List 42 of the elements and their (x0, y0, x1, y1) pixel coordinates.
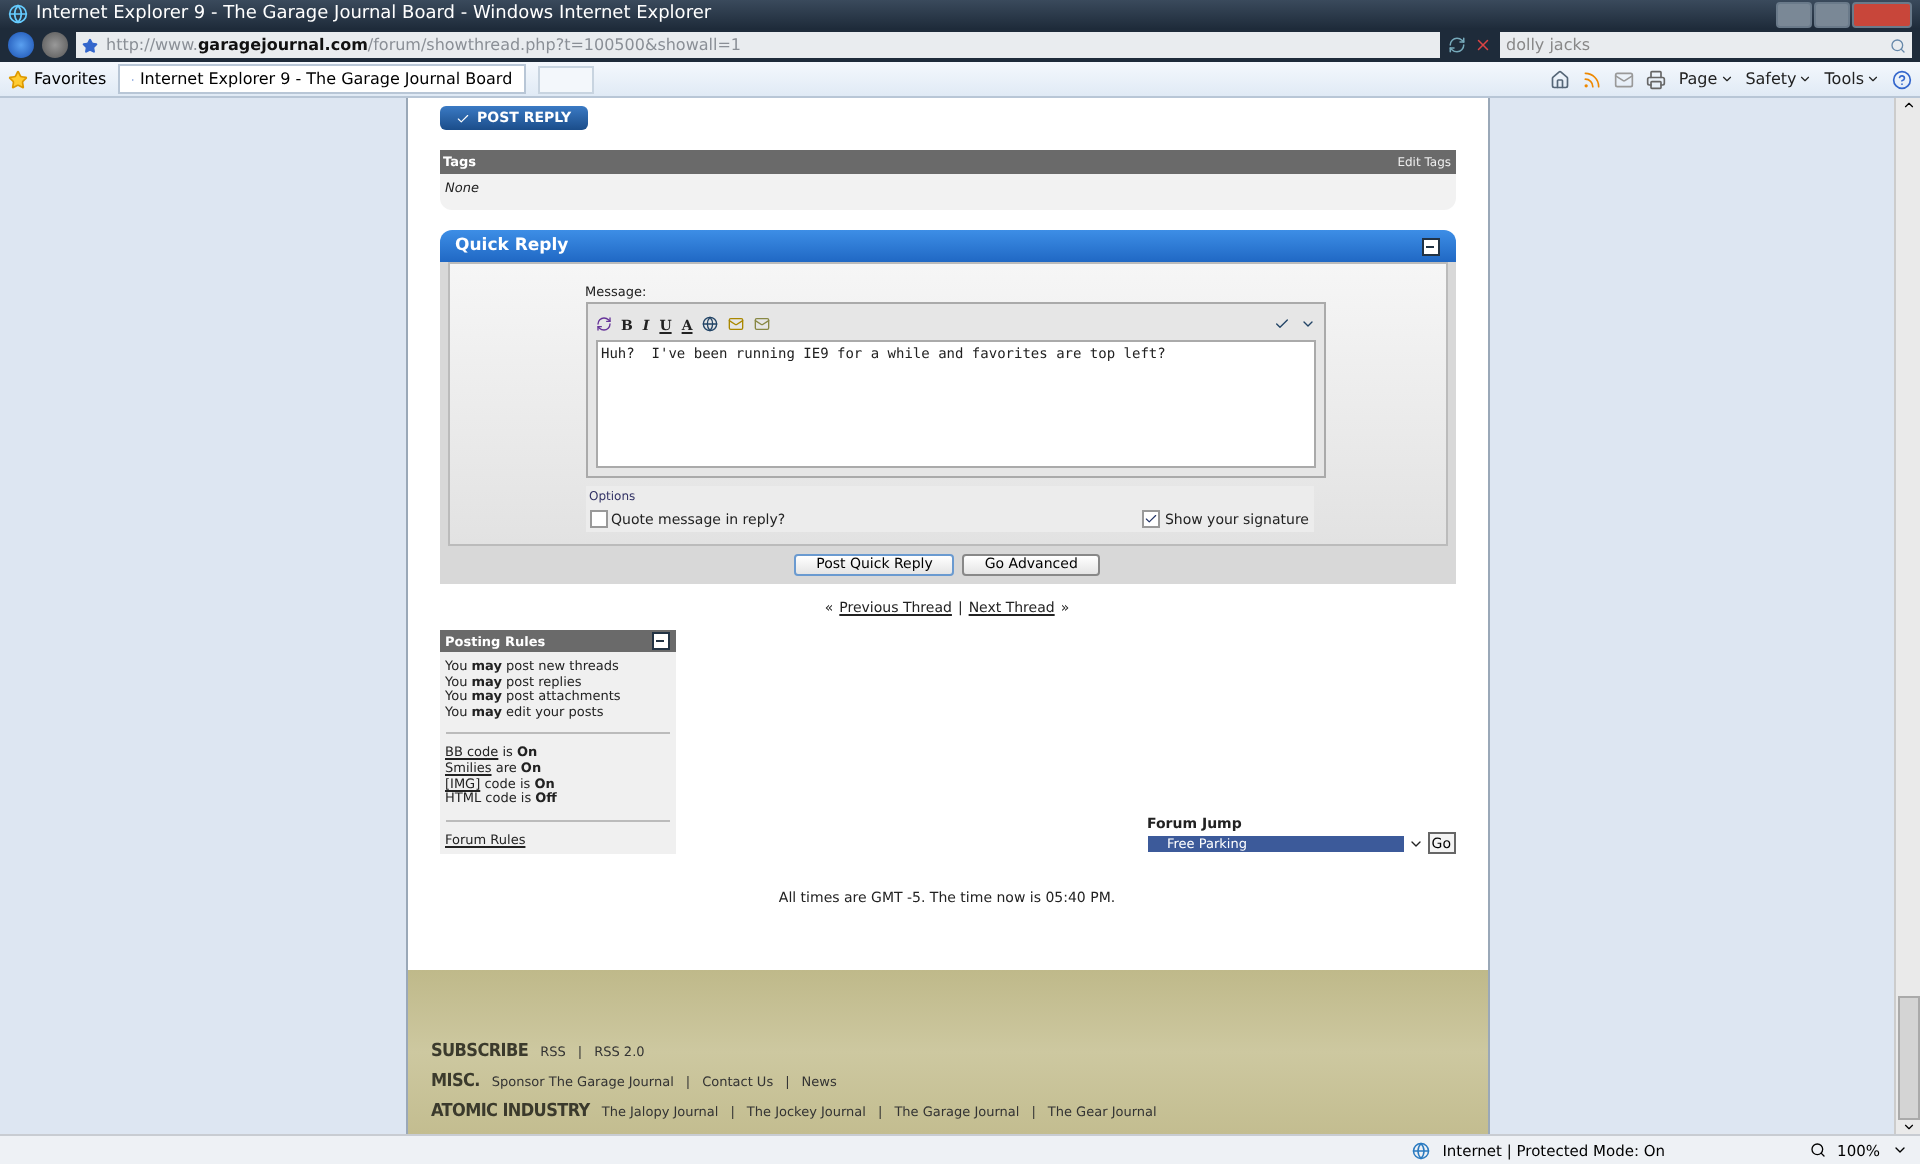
home-icon[interactable] (1550, 69, 1571, 89)
scroll-down-icon[interactable] (1901, 1120, 1915, 1134)
quick-reply-title: Quick Reply (455, 236, 569, 256)
check-icon (1144, 512, 1159, 526)
scroll-up-icon[interactable] (1901, 98, 1915, 112)
browser-logo-icon (8, 4, 28, 24)
collapse-icon[interactable] (651, 632, 669, 650)
help-icon[interactable] (1892, 69, 1912, 89)
stop-icon[interactable] (1474, 36, 1492, 54)
browser-tab[interactable]: Internet Explorer 9 - The Garage Journal Board (118, 64, 527, 94)
command-menu[interactable]: Page (1678, 70, 1734, 88)
dropdown-icon[interactable] (1892, 1142, 1908, 1158)
back-button[interactable] (8, 32, 34, 58)
command-menu[interactable]: Tools (1824, 70, 1880, 88)
footer-heading: ATOMIC INDUSTRY (431, 1102, 590, 1122)
mail-icon[interactable] (1614, 69, 1635, 89)
caret-icon (1866, 72, 1880, 86)
globe-icon (1412, 1141, 1431, 1159)
refresh-icon[interactable] (1448, 36, 1466, 54)
spellcheck-icon[interactable] (1273, 316, 1289, 332)
resize-icon[interactable] (1299, 316, 1315, 332)
link-icon[interactable] (702, 316, 719, 332)
scroll-thumb[interactable] (1897, 996, 1919, 1120)
star-icon (8, 69, 28, 89)
footer-heading: MISC. (431, 1072, 480, 1092)
favorites-button[interactable]: Favorites (8, 69, 107, 89)
footer-heading: SUBSCRIBE (431, 1042, 529, 1062)
command-menu[interactable]: Safety (1745, 70, 1813, 88)
forward-button[interactable] (42, 32, 68, 58)
scrollbar[interactable] (1894, 98, 1920, 1134)
caret-icon (1798, 72, 1813, 86)
search-icon[interactable] (1890, 37, 1906, 53)
maximize-button[interactable] (1814, 1, 1850, 27)
remove-format-icon[interactable] (595, 316, 611, 332)
zoom-icon[interactable] (1809, 1142, 1826, 1158)
window-title: Internet Explorer 9 - The Garage Journal Board - Windows Internet Explorer (36, 4, 714, 24)
collapse-icon[interactable] (1421, 237, 1439, 255)
minimize-button[interactable] (1776, 1, 1812, 27)
address-field[interactable]: http://www.garagejournal.com/forum/showthread.php?t=100500&showall=1 (76, 32, 1440, 58)
caret-icon (1719, 72, 1734, 86)
print-icon[interactable] (1646, 69, 1667, 89)
check-icon (455, 111, 469, 125)
